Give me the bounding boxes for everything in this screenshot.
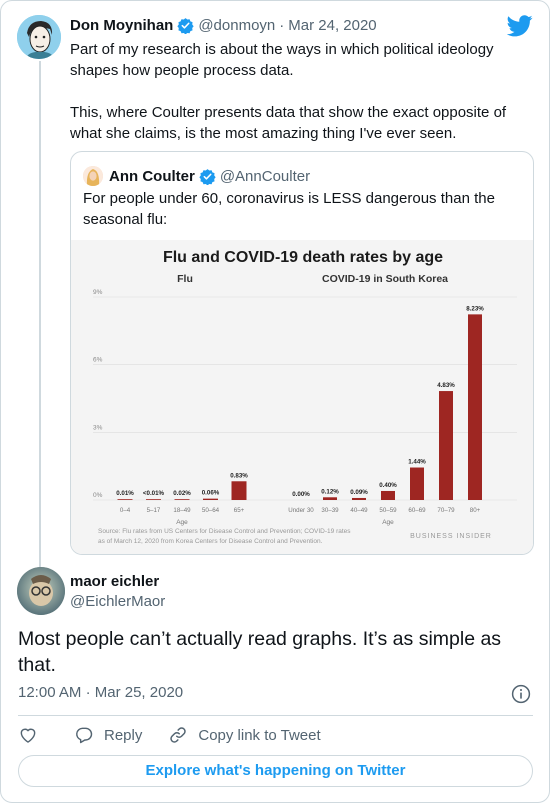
y-tick-label: 3% [93,424,103,431]
quoted-author-handle[interactable]: @AnnCoulter [220,168,310,185]
covid-axis-label: Age [382,519,394,526]
flu-bar [146,499,161,500]
covid-category-label: 50–59 [379,507,397,514]
link-icon [170,727,187,743]
tweet-embed-card: Don Moynihan @donmoyn · Mar 24, 2020 Par… [0,0,550,803]
verified-badge-icon [177,18,194,34]
heart-icon [20,728,36,743]
chart-image: Flu and COVID-19 death rates by age Flu … [71,240,533,554]
flu-bar [231,481,247,500]
flu-bar [174,499,190,500]
y-tick-label: 9% [93,289,103,296]
avatar[interactable] [17,567,65,615]
chart-source-line2: as of March 12, 2020 from Korea Centers … [98,538,323,545]
flu-value-label: 0.83% [230,472,248,479]
flu-axis-label: Age [176,519,188,526]
panel-title-covid: COVID-19 in South Korea [322,273,448,285]
covid-value-label: 1.44% [408,459,426,466]
action-bar: Reply Copy link to Tweet [18,724,347,746]
covid-value-label: 0.00% [292,491,310,498]
covid-bar [439,391,453,500]
covid-value-label: 0.40% [379,482,397,489]
avatar [83,166,103,186]
covid-category-label: Under 30 [288,507,314,514]
divider [18,715,533,716]
flu-value-label: 0.06% [202,490,220,497]
verified-badge-icon [199,168,216,185]
flu-value-label: 0.02% [173,490,191,497]
covid-bar [468,314,482,500]
flu-value-label: <0.01% [143,490,165,497]
copy-link-label: Copy link to Tweet [198,726,321,744]
flu-value-label: 0.01% [116,490,134,497]
like-button[interactable] [18,725,48,745]
chart-source-line1: Source: Flu rates from US Centers for Di… [98,528,351,535]
author-name[interactable]: maor eichler [70,573,159,590]
chart-brand: BUSINESS INSIDER [410,533,492,540]
avatar[interactable] [17,15,61,59]
y-tick-label: 0% [93,492,103,499]
tweet-header: Don Moynihan @donmoyn · Mar 24, 2020 [70,17,377,34]
covid-bar [381,490,395,500]
covid-bar [410,467,424,500]
flu-bar [203,498,218,500]
author-handle[interactable]: @donmoyn [198,17,275,34]
thread-line [39,61,41,569]
covid-value-label: 8.23% [466,305,484,312]
info-icon[interactable] [511,684,531,704]
flu-bar [117,499,133,500]
tweet-text: Part of my research is about the ways in… [70,41,507,142]
covid-value-label: 0.12% [321,488,339,495]
tweet-text: Most people can’t actually read graphs. … [18,628,502,676]
author-handle[interactable]: @EichlerMaor [70,593,165,610]
flu-category-label: 65+ [234,507,245,514]
tweet-date: Mar 25, 2020 [94,684,184,701]
covid-category-label: 30–39 [321,507,339,514]
explore-button[interactable]: Explore what's happening on Twitter [18,755,533,787]
quoted-tweet-header: Ann Coulter @AnnCoulter [83,166,310,186]
covid-bar [323,497,337,500]
tweet-timestamp[interactable]: 12:00 AM · Mar 25, 2020 [18,684,183,701]
quoted-tweet[interactable]: Ann Coulter @AnnCoulter For people under… [70,151,534,555]
reply-label: Reply [104,726,143,744]
covid-category-label: 70–79 [437,507,455,514]
covid-bar [352,497,366,500]
covid-category-label: 80+ [470,507,481,514]
covid-value-label: 0.09% [350,489,368,496]
copy-link-button[interactable]: Copy link to Tweet [168,725,321,745]
separator-dot: · [279,17,285,34]
flu-category-label: 18–49 [173,507,191,514]
reply-button[interactable]: Reply [74,725,142,745]
covid-value-label: 4.83% [437,382,455,389]
flu-category-label: 5–17 [147,507,161,514]
reply-icon [76,727,93,744]
author-name[interactable]: Don Moynihan [70,17,173,34]
twitter-bird-icon[interactable] [507,15,533,37]
quoted-tweet-text: For people under 60, coronavirus is LESS… [83,190,495,228]
tweet-time: 12:00 AM [18,684,82,701]
covid-category-label: 60–69 [408,507,426,514]
covid-category-label: 40–49 [350,507,368,514]
flu-category-label: 50–64 [202,507,220,514]
y-tick-label: 6% [93,357,103,364]
separator-dot: · [85,684,91,701]
chart-title: Flu and COVID-19 death rates by age [163,249,443,266]
chart-svg: Flu and COVID-19 death rates by age Flu … [71,240,533,554]
flu-category-label: 0–4 [120,507,131,514]
panel-title-flu: Flu [177,273,193,285]
tweet-date[interactable]: Mar 24, 2020 [288,17,376,34]
quoted-author-name[interactable]: Ann Coulter [109,168,195,185]
